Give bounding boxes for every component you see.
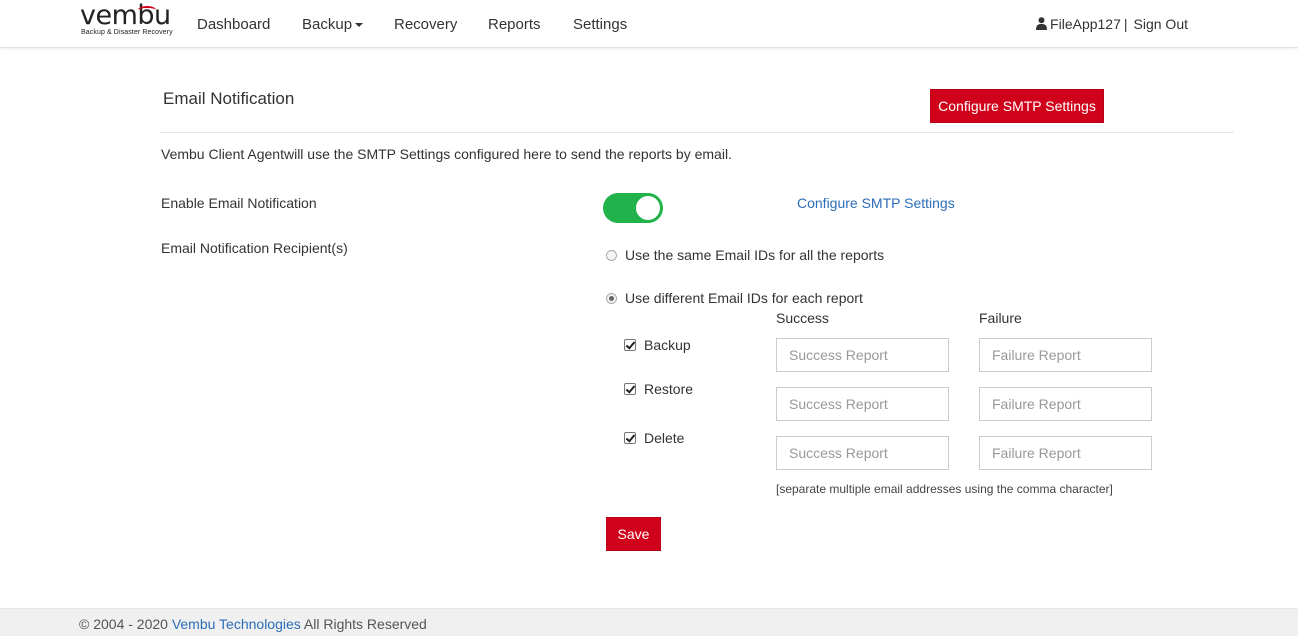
restore-checkbox-row[interactable]: Restore	[624, 381, 693, 397]
user-icon	[1036, 17, 1048, 33]
user-area: FileApp127 | Sign Out	[1036, 16, 1188, 33]
restore-success-email-input[interactable]	[776, 387, 949, 421]
email-separator-hint: [separate multiple email addresses using…	[776, 482, 1113, 496]
restore-label: Restore	[644, 381, 694, 397]
success-column-header: Success	[776, 310, 829, 326]
radio-different-label: Use different Email IDs for each report	[625, 290, 863, 306]
vembu-logo[interactable]: vembu Backup & Disaster Recovery	[80, 0, 180, 43]
failure-column-header: Failure	[979, 310, 1022, 326]
nav-backup[interactable]: Backup	[302, 16, 364, 33]
backup-success-email-input[interactable]	[776, 338, 949, 372]
configure-smtp-button[interactable]: Configure SMTP Settings	[930, 89, 1104, 123]
backup-failure-email-input[interactable]	[979, 338, 1152, 372]
footer-prefix: © 2004 - 2020	[79, 616, 168, 632]
toggle-knob	[636, 196, 660, 220]
intro-text: Vembu Client Agentwill use the SMTP Sett…	[161, 146, 732, 162]
radio-same-label: Use the same Email IDs for all the repor…	[625, 247, 885, 263]
signout-link[interactable]: Sign Out	[1134, 16, 1188, 32]
footer-company-link[interactable]: Vembu Technologies	[172, 616, 301, 632]
nav-backup-label: Backup	[302, 16, 353, 33]
top-navbar: vembu Backup & Disaster Recovery Dashboa…	[0, 0, 1298, 48]
nav-recovery[interactable]: Recovery	[394, 16, 457, 33]
radio-different-ids[interactable]: Use different Email IDs for each report	[606, 290, 863, 306]
nav-dashboard[interactable]: Dashboard	[197, 16, 270, 33]
delete-success-email-input[interactable]	[776, 436, 949, 470]
footer: © 2004 - 2020 Vembu Technologies All Rig…	[0, 608, 1298, 636]
restore-checkbox[interactable]	[624, 383, 636, 395]
enable-notification-toggle[interactable]	[603, 193, 663, 223]
nav-settings[interactable]: Settings	[573, 16, 627, 33]
caret-down-icon	[355, 23, 364, 28]
backup-label: Backup	[644, 337, 691, 353]
configure-smtp-link[interactable]: Configure SMTP Settings	[797, 195, 955, 211]
save-button[interactable]: Save	[606, 517, 661, 551]
delete-checkbox[interactable]	[624, 432, 636, 444]
backup-checkbox-row[interactable]: Backup	[624, 337, 691, 353]
radio-button[interactable]	[606, 250, 617, 261]
footer-suffix: All Rights Reserved	[303, 616, 427, 632]
radio-button-selected[interactable]	[606, 293, 617, 304]
enable-notification-label: Enable Email Notification	[161, 195, 317, 211]
backup-checkbox[interactable]	[624, 339, 636, 351]
radio-same-ids[interactable]: Use the same Email IDs for all the repor…	[606, 247, 884, 263]
delete-label: Delete	[644, 430, 685, 446]
user-separator: |	[1123, 16, 1128, 32]
section-divider	[160, 132, 1234, 133]
restore-failure-email-input[interactable]	[979, 387, 1152, 421]
delete-checkbox-row[interactable]: Delete	[624, 430, 684, 446]
recipients-label: Email Notification Recipient(s)	[161, 240, 348, 256]
nav-reports[interactable]: Reports	[488, 16, 541, 33]
logo-accent-arc	[138, 6, 156, 14]
page-title: Email Notification	[163, 89, 295, 108]
delete-failure-email-input[interactable]	[979, 436, 1152, 470]
footer-copyright: © 2004 - 2020 Vembu Technologies All Rig…	[79, 616, 427, 632]
logo-wordmark: vembu	[80, 0, 171, 31]
logo-tagline: Backup & Disaster Recovery	[81, 29, 173, 36]
username[interactable]: FileApp127	[1050, 16, 1121, 32]
